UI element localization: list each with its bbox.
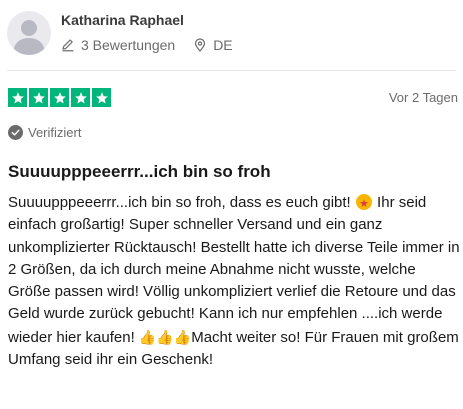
review-text-part: Suuuupppeeerrr...ich bin so froh, dass e… [8, 194, 355, 211]
pencil-icon [61, 38, 75, 52]
location-pin-icon [193, 38, 207, 52]
review-date: Vor 2 Tagen [388, 90, 458, 105]
review-count: 3 Bewertungen [81, 37, 176, 53]
thumbs-up-emoji-icon: 👍👍👍 [138, 328, 192, 345]
reviewer-meta: 3 Bewertungen DE [61, 37, 233, 53]
check-circle-icon [8, 125, 23, 140]
divider [7, 70, 456, 71]
star-icon [50, 88, 69, 107]
reviewer-country: DE [213, 37, 233, 53]
star-rating [8, 88, 113, 107]
user-silhouette-icon [13, 20, 45, 55]
review-text-part: Ihr seid einfach großartig! Super schnel… [8, 194, 460, 346]
review-body: Suuuupppeeerrr...ich bin so froh, dass e… [8, 192, 460, 371]
star-struck-emoji-icon [355, 193, 372, 215]
review-card: Katharina Raphael 3 Bewertungen DE Vor 2… [0, 0, 463, 409]
review-title: Suuuupppeeerrr...ich bin so froh [8, 162, 271, 181]
verified-label: Verifiziert [28, 125, 82, 140]
star-icon [92, 88, 111, 107]
reviewer-name[interactable]: Katharina Raphael [61, 12, 184, 28]
star-icon [29, 88, 48, 107]
verified-badge[interactable]: Verifiziert [8, 125, 81, 140]
star-icon [71, 88, 90, 107]
star-icon [8, 88, 27, 107]
avatar[interactable] [7, 11, 51, 55]
